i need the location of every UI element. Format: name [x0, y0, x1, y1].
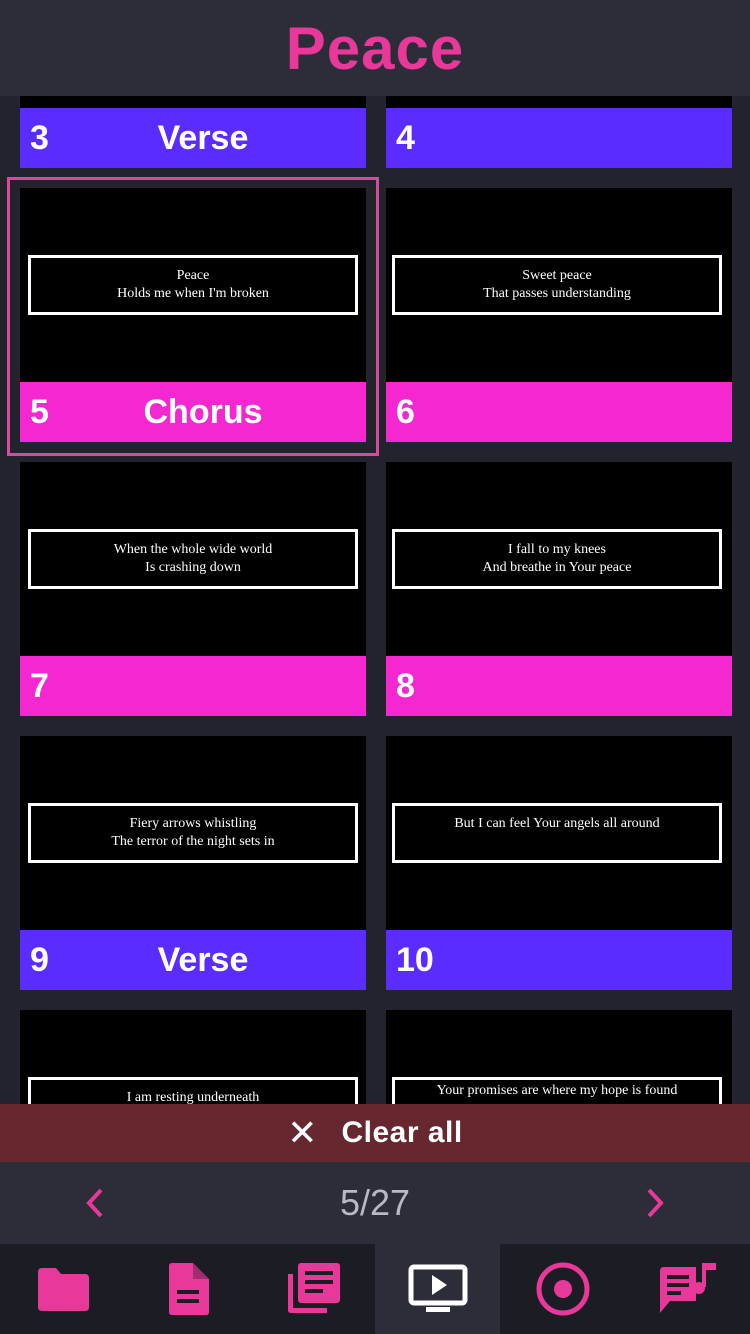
slide-label-bar: 10 — [386, 930, 732, 990]
lyric-box: I fall to my knees And breathe in Your p… — [392, 529, 722, 589]
slide-section: Verse — [157, 118, 249, 157]
tab-folders[interactable] — [0, 1244, 125, 1334]
song-lyrics-icon — [659, 1263, 716, 1313]
slide-card[interactable]: Fiery arrows whistling The terror of the… — [20, 736, 366, 990]
slide-card[interactable]: 4 — [386, 96, 732, 168]
slide-card[interactable]: I fall to my knees And breathe in Your p… — [386, 462, 732, 716]
bottom-tab-bar — [0, 1244, 750, 1334]
lyric-box: Fiery arrows whistling The terror of the… — [28, 803, 358, 863]
chevron-left-icon[interactable] — [78, 1186, 112, 1220]
slide-card[interactable]: I am resting underneath — [20, 1010, 366, 1104]
slide-number: 6 — [396, 392, 415, 431]
presentation-icon — [408, 1264, 467, 1312]
document-icon — [168, 1263, 209, 1315]
slide-label-bar: 8 — [386, 656, 732, 716]
app-header: Peace — [0, 0, 750, 96]
lyric-box: Your promises are where my hope is found — [392, 1077, 722, 1104]
slide-card[interactable]: Your promises are where my hope is found — [386, 1010, 732, 1104]
chevron-right-icon[interactable] — [638, 1186, 672, 1220]
lyric-line: Fiery arrows whistling — [129, 816, 257, 831]
lyric-line: Holds me when I'm broken — [117, 286, 269, 301]
slide-card[interactable]: Sweet peace That passes understanding 6 — [386, 188, 732, 442]
lyric-line: Peace — [176, 268, 210, 283]
song-title: Peace — [285, 14, 465, 82]
lyric-line: Is crashing down — [145, 560, 241, 575]
lyric-line: Your promises are where my hope is found — [436, 1083, 678, 1098]
lyric-line: Sweet peace — [522, 268, 592, 283]
lyric-box: But I can feel Your angels all around — [392, 803, 722, 863]
lyric-box: Peace Holds me when I'm broken — [28, 255, 358, 315]
slide-number: 10 — [396, 940, 434, 979]
lyric-box: I am resting underneath — [28, 1077, 358, 1104]
lyric-line: I am resting underneath — [126, 1090, 260, 1104]
tab-presentation[interactable] — [375, 1244, 500, 1334]
clear-all-label: Clear all — [341, 1116, 463, 1149]
record-icon — [536, 1262, 589, 1316]
slide-section: Verse — [157, 940, 249, 979]
slide-label-bar: 3 Verse — [20, 108, 366, 168]
slide-number: 7 — [30, 666, 49, 705]
tab-record[interactable] — [500, 1244, 625, 1334]
slide-label-bar: 5 Chorus — [20, 382, 366, 442]
slide-number: 4 — [396, 118, 415, 157]
slide-label-bar: 7 — [20, 656, 366, 716]
slide-card[interactable]: When the whole wide world Is crashing do… — [20, 462, 366, 716]
tab-song-lyrics[interactable] — [625, 1244, 750, 1334]
lyric-line: When the whole wide world — [113, 542, 273, 557]
slide-pager: 5/27 — [0, 1162, 750, 1244]
slide-card-selected[interactable]: Peace Holds me when I'm broken 5 Chorus — [20, 188, 366, 442]
slide-number: 8 — [396, 666, 415, 705]
slide-counter: 5/27 — [339, 1182, 411, 1223]
slide-section: Chorus — [143, 392, 263, 431]
tab-library[interactable] — [250, 1244, 375, 1334]
folder-icon — [37, 1268, 89, 1311]
close-icon: ✕ — [287, 1112, 318, 1153]
lyric-box: When the whole wide world Is crashing do… — [28, 529, 358, 589]
lyric-line: And breathe in Your peace — [482, 560, 632, 575]
slide-card[interactable]: But I can feel Your angels all around 10 — [386, 736, 732, 990]
tab-documents[interactable] — [125, 1244, 250, 1334]
slide-label-bar: 6 — [386, 382, 732, 442]
slide-card[interactable]: 3 Verse — [20, 96, 366, 168]
library-icon — [287, 1263, 340, 1313]
lyric-line: But I can feel Your angels all around — [454, 816, 660, 831]
slide-label-bar: 4 — [386, 108, 732, 168]
clear-all-button[interactable]: ✕ Clear all — [0, 1104, 750, 1162]
lyric-box: Sweet peace That passes understanding — [392, 255, 722, 315]
lyric-line: The terror of the night sets in — [111, 834, 275, 849]
slide-label-bar: 9 Verse — [20, 930, 366, 990]
lyric-line: That passes understanding — [483, 286, 631, 301]
slide-grid[interactable]: 3 Verse 4 Peace Holds me when I'm broken… — [0, 96, 750, 1104]
lyric-line: I fall to my knees — [508, 542, 606, 557]
